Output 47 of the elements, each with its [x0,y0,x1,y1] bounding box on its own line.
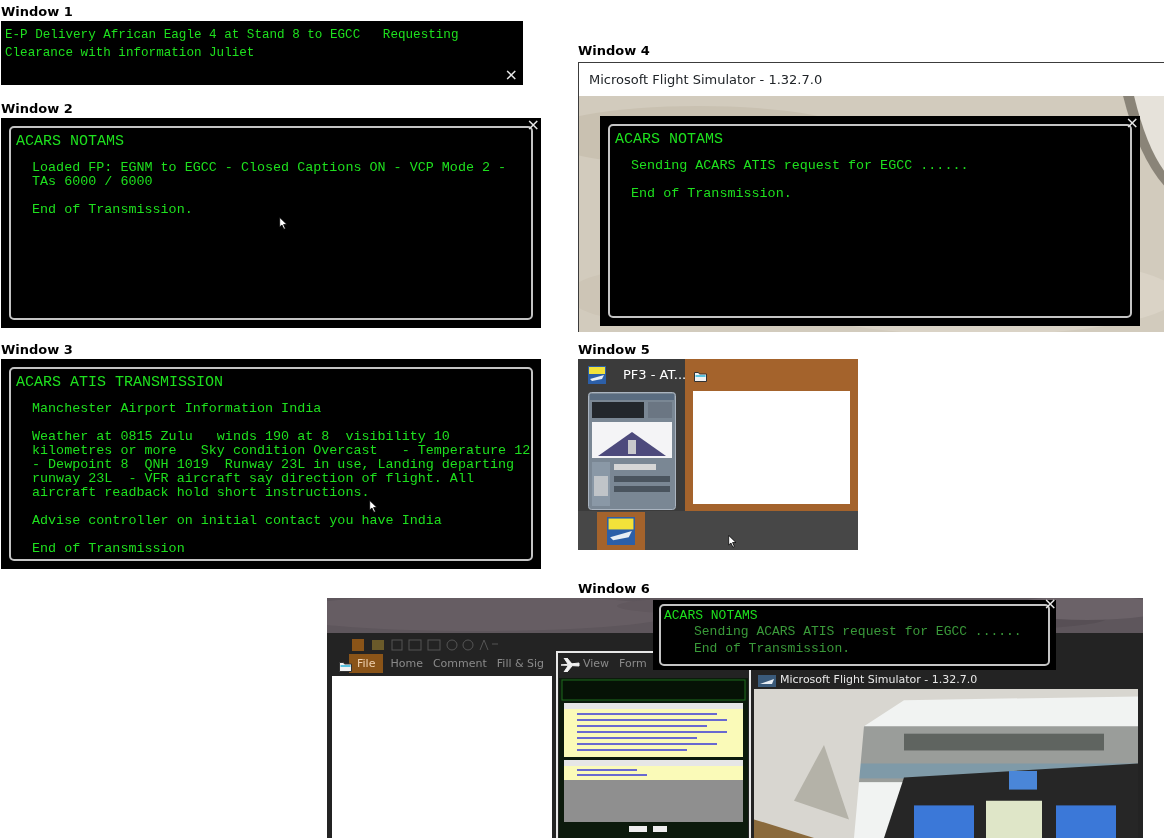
app-icon [607,517,635,545]
window-label: Window 2 [1,100,73,118]
window-thumbnail[interactable]: Microsoft Flight Simulator - 1.32.7.0 [754,671,1138,838]
terminal-title: ACARS NOTAMS [615,131,724,148]
message-text: Sending ACARS ATIS request for EGCC ...... [694,625,1022,639]
terminal-title: ACARS NOTAMS [664,609,758,623]
window-label: Window 1 [1,3,73,21]
ribbon-tab[interactable]: Form [616,654,650,673]
close-button[interactable]: × [1043,598,1057,611]
ribbon-tab[interactable]: File [349,654,384,673]
close-button[interactable]: × [504,68,518,82]
folder-icon [694,371,707,382]
app-icon [758,675,776,687]
window-thumbnail[interactable] [685,359,858,511]
cursor-icon [369,500,378,513]
close-button[interactable]: × [1125,116,1139,130]
window-thumbnail[interactable]: PF3 - AT... [578,359,685,511]
window-label: Window 5 [578,341,650,359]
cursor-icon [728,535,737,548]
window-label: Window 3 [1,341,73,359]
window-title: Microsoft Flight Simulator - 1.32.7.0 [780,673,978,686]
window-title: PF3 - AT... [623,367,687,382]
window-label: Window 4 [578,42,650,60]
taskbar-button[interactable] [597,512,645,550]
window-thumbnail[interactable] [332,676,552,838]
message-text: End of Transmission [32,542,186,556]
ribbon-tab[interactable]: Comment [429,654,490,673]
ribbon-tab[interactable]: Fill & Sig [493,654,548,673]
close-button[interactable]: × [526,118,540,132]
ribbon-tab[interactable]: View [580,654,613,673]
terminal-title: ACARS NOTAMS [16,133,125,150]
message-text: End of Transmission. [694,642,851,656]
ribbon-tab[interactable]: Home [387,654,426,673]
folder-icon [339,661,352,672]
message-text: Manchester Airport Information India [32,402,323,416]
message-text: E-P Delivery African Eagle 4 at Stand 8 to EGCC Requesting Clearance with information Juliet [5,27,460,62]
message-text: Advise controller on initial contact you have India [32,514,443,528]
airplane-icon [560,658,580,672]
message-text: End of Transmission. [631,187,793,201]
window-label: Window 6 [578,580,650,598]
app-icon [588,366,606,384]
message-text: End of Transmission. [32,203,194,217]
message-text: Weather at 0815 Zulu winds 190 at 8 visibility 10 kilometres or more Sky condition Overcast - Temperature 12 - Dewpoint 8 QNH 1019 Runway 23L in use, Landing departing runway 23L - VFR aircraft say direction of flight. All aircraft readback hold short instructions. [32,430,531,500]
message-text: Loaded FP: EGNM to EGCC - Closed Captions ON - VCP Mode 2 - TAs 6000 / 6000 [32,161,508,189]
message-text: Sending ACARS ATIS request for EGCC ...... [631,159,970,173]
cursor-icon [279,217,288,230]
terminal-title: ACARS ATIS TRANSMISSION [16,374,224,391]
